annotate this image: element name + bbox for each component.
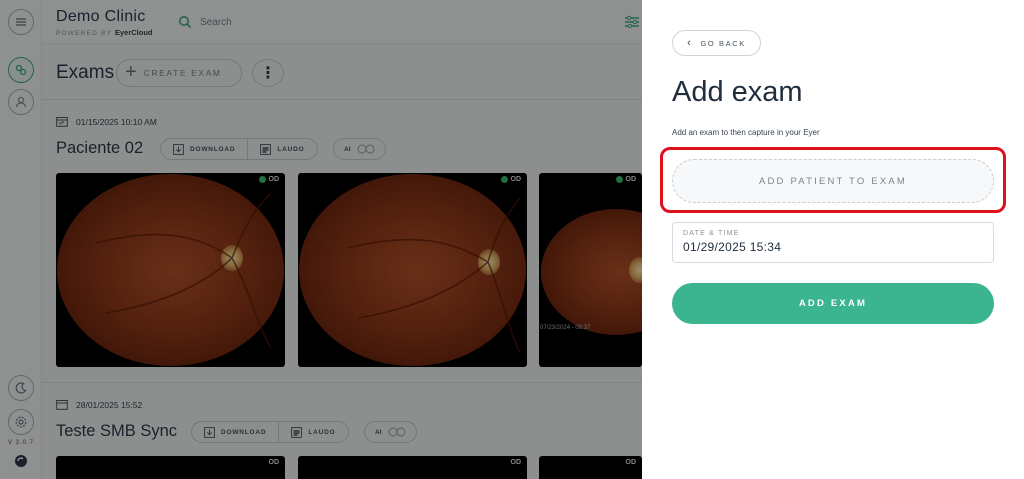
chevron-left-icon: ‹ xyxy=(687,36,693,49)
date-time-value[interactable]: 01/29/2025 15:34 xyxy=(683,240,983,254)
panel-description: Add an exam to then capture in your Eyer xyxy=(672,128,820,137)
date-time-field[interactable]: DATE & TIME 01/29/2025 15:34 xyxy=(672,222,994,263)
add-exam-button[interactable]: ADD EXAM xyxy=(672,283,994,324)
modal-backdrop[interactable] xyxy=(0,0,642,479)
date-time-label: DATE & TIME xyxy=(683,230,740,237)
panel-title: Add exam xyxy=(672,76,803,108)
add-exam-panel: ‹ GO BACK Add exam Add an exam to then c… xyxy=(642,0,1024,479)
go-back-label: GO BACK xyxy=(700,38,746,48)
add-patient-button[interactable]: ADD PATIENT TO EXAM xyxy=(672,159,994,203)
go-back-button[interactable]: ‹ GO BACK xyxy=(672,30,761,56)
